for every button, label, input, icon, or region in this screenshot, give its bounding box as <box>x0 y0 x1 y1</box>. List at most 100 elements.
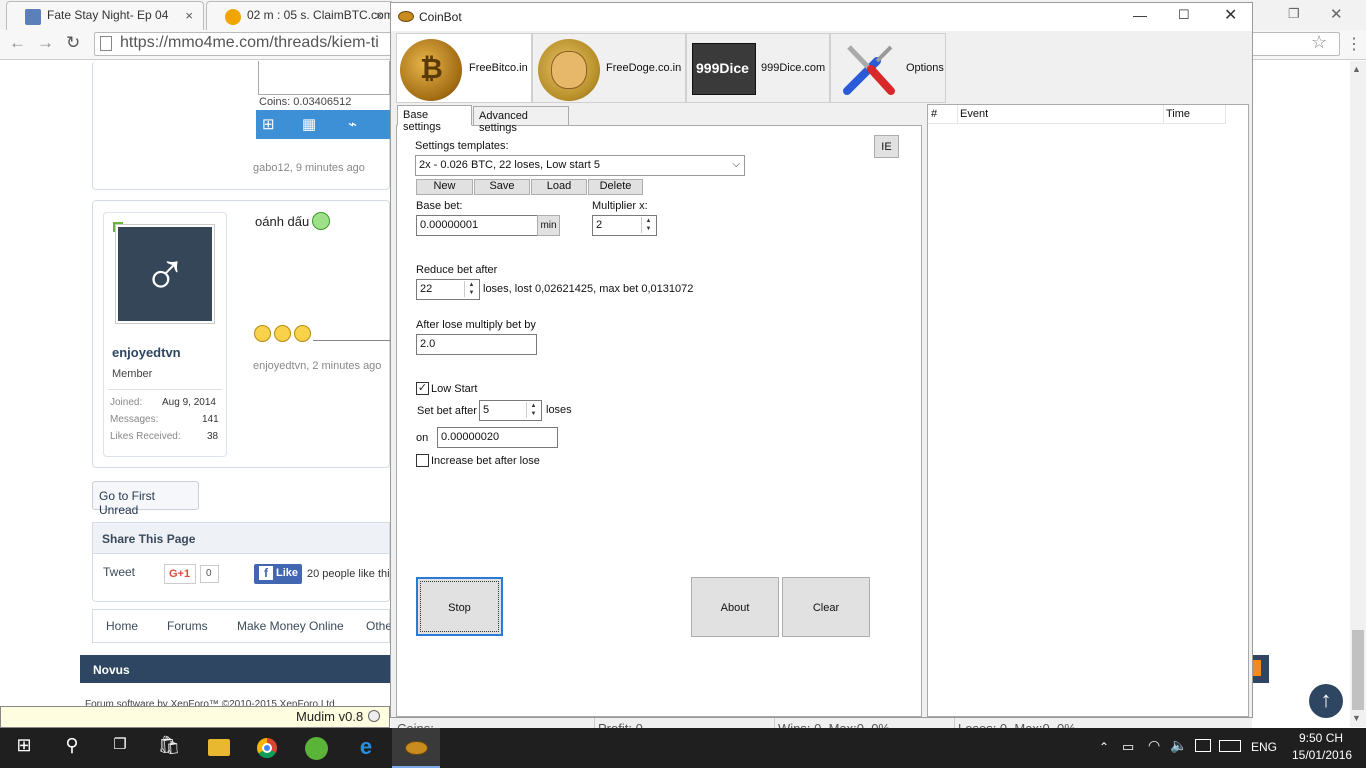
reduce-stepper[interactable]: 22 ▲ ▼ <box>416 279 480 300</box>
back-icon[interactable]: ← <box>9 33 26 53</box>
search-icon[interactable]: ⚲ <box>57 735 87 761</box>
site-options[interactable]: Options <box>830 33 946 103</box>
reduce-info: loses, lost 0,02621425, max bet 0,013107… <box>483 283 694 295</box>
browser-restore-icon[interactable]: ❐ <box>1288 6 1300 22</box>
reload-icon[interactable]: ↻ <box>66 33 80 53</box>
column-time[interactable]: Time <box>1166 108 1190 120</box>
forum-right-edge <box>1253 61 1350 706</box>
tweet-link[interactable]: Tweet <box>103 565 135 579</box>
mudim-radio[interactable] <box>368 710 380 722</box>
site-freedoge[interactable]: FreeDoge.co.in <box>532 33 686 103</box>
spin-arrows-icon[interactable]: ▲ ▼ <box>464 281 478 297</box>
site-999dice[interactable]: 999Dice 999Dice.com <box>686 33 830 103</box>
clear-button[interactable]: Clear <box>782 577 870 637</box>
scroll-thumb[interactable] <box>1352 630 1364 710</box>
messages-value: 141 <box>202 414 219 425</box>
event-log[interactable] <box>927 104 1249 717</box>
low-start-label: Low Start <box>431 383 478 395</box>
tab-advanced-settings[interactable]: Advanced settings <box>473 106 569 134</box>
scroll-top-icon[interactable]: ↑ <box>1309 684 1343 718</box>
after-lose-input[interactable]: 2.0 <box>416 334 537 355</box>
clock-date[interactable]: 15/01/2016 <box>1292 748 1352 762</box>
template-select[interactable]: 2x - 0.026 BTC, 22 loses, Low start 5 ⌵ <box>415 155 745 176</box>
column-event[interactable]: Event <box>960 108 988 120</box>
windows-taskbar <box>0 728 1366 768</box>
tools-icon <box>839 39 899 99</box>
set-bet-after-stepper[interactable]: 5 ▲ ▼ <box>479 400 542 421</box>
joined-value: Aug 9, 2014 <box>162 397 216 408</box>
coccoc-icon[interactable] <box>305 737 328 760</box>
task-view-icon[interactable]: ❐ <box>105 735 135 761</box>
loses-label: loses <box>546 404 572 416</box>
999dice-logo-text: 999Dice <box>696 60 749 76</box>
on-value-input[interactable]: 0.00000020 <box>437 427 558 448</box>
set-bet-after-value: 5 <box>483 404 490 416</box>
maximize-icon[interactable]: ☐ <box>1178 7 1190 23</box>
low-start-checkbox[interactable]: ✓ <box>416 382 429 395</box>
stop-button[interactable]: Stop <box>416 577 503 636</box>
template-new-button[interactable]: New <box>416 179 473 195</box>
close-window-icon[interactable]: ✕ <box>1224 5 1237 25</box>
tray-chevron-up-icon[interactable]: ⌃ <box>1099 740 1109 754</box>
facebook-icon: f <box>259 566 273 580</box>
bitcoin-coin-icon: ₿ <box>400 39 462 101</box>
menu-icon[interactable]: ⋮ <box>1346 34 1362 54</box>
volume-icon[interactable]: 🔈 <box>1170 737 1187 754</box>
keyboard-icon[interactable] <box>1219 740 1241 752</box>
templates-label: Settings templates: <box>415 140 509 152</box>
spin-arrows-icon[interactable]: ▲ ▼ <box>641 217 655 233</box>
breadcrumb-make-money-online[interactable]: Make Money Online <box>237 619 344 633</box>
avatar-male-icon[interactable]: ♂ <box>115 224 215 324</box>
template-load-button[interactable]: Load <box>531 179 587 195</box>
site-freebitco[interactable]: ₿ FreeBitco.in <box>396 33 532 103</box>
scroll-up-icon[interactable]: ▲ <box>1352 64 1361 74</box>
template-delete-button[interactable]: Delete <box>588 179 643 195</box>
about-button[interactable]: About <box>691 577 779 637</box>
minimize-icon[interactable]: — <box>1133 7 1147 23</box>
divider <box>108 389 222 390</box>
notification-icon[interactable] <box>1195 739 1211 752</box>
likes-value: 38 <box>207 431 219 442</box>
go-to-first-unread-button[interactable]: Go to First Unread <box>92 481 199 517</box>
site-label: FreeDoge.co.in <box>606 62 682 74</box>
username[interactable]: enjoyedtvn <box>112 345 181 360</box>
template-save-button[interactable]: Save <box>474 179 530 195</box>
file-explorer-icon[interactable] <box>208 739 230 756</box>
multiplier-stepper[interactable]: 2 ▲ ▼ <box>592 215 657 236</box>
scroll-down-icon[interactable]: ▼ <box>1352 713 1361 723</box>
breadcrumb-other[interactable]: Othe <box>366 619 392 633</box>
min-button[interactable]: min <box>537 215 560 236</box>
browser-close-icon[interactable]: ✕ <box>1330 5 1343 23</box>
bookmark-star-icon[interactable]: ☆ <box>1311 32 1327 53</box>
tab-base-settings[interactable]: Base settings <box>397 105 472 133</box>
wifi-icon[interactable]: ◠ <box>1148 737 1160 754</box>
facebook-like-button[interactable]: f Like <box>254 564 302 584</box>
forward-icon[interactable]: → <box>37 33 54 53</box>
spin-arrows-icon[interactable]: ▲ ▼ <box>526 402 540 418</box>
site-label: Options <box>906 62 944 74</box>
browser-tab-2[interactable]: 02 m : 05 s. ClaimBTC.com × <box>206 1 394 30</box>
store-icon[interactable]: 🛍 <box>154 735 184 761</box>
start-windows-icon[interactable]: ⊞ <box>9 735 39 761</box>
ie-button[interactable]: IE <box>874 135 899 158</box>
coins-text: Coins: 0.03406512 <box>259 96 352 108</box>
breadcrumb-forums[interactable]: Forums <box>167 619 208 633</box>
gplus-button[interactable]: G+1 <box>164 564 196 584</box>
clock-time[interactable]: 9:50 CH <box>1299 731 1343 745</box>
emoji-icon <box>294 325 311 342</box>
increase-bet-checkbox[interactable] <box>416 454 429 467</box>
doge-face-icon <box>551 51 587 89</box>
battery-icon[interactable]: ▭ <box>1122 739 1134 755</box>
page-scrollbar[interactable] <box>1350 61 1366 727</box>
column-number[interactable]: # <box>931 108 937 120</box>
internet-explorer-icon[interactable]: e <box>351 734 381 760</box>
style-chooser-bar[interactable]: Novus <box>80 655 390 683</box>
coinbot-taskbar-button[interactable] <box>392 728 440 768</box>
tab-close-icon[interactable]: × <box>375 8 383 23</box>
language-indicator[interactable]: ENG <box>1251 740 1277 754</box>
browser-tab-1[interactable]: Fate Stay Night- Ep 04 × <box>6 1 204 30</box>
breadcrumb-home[interactable]: Home <box>106 619 138 633</box>
tab-close-icon[interactable]: × <box>185 8 193 23</box>
url-text[interactable]: https://mmo4me.com/threads/kiem-ti <box>120 34 379 52</box>
base-bet-input[interactable]: 0.00000001 <box>416 215 538 236</box>
